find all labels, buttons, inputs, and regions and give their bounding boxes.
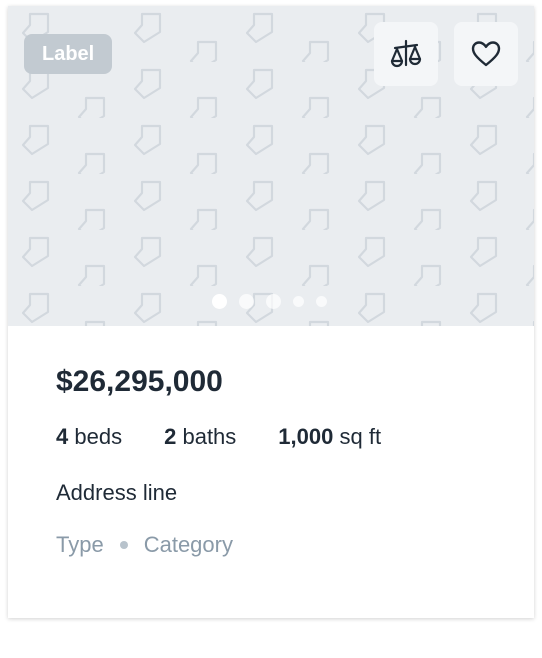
listing-label-badge: Label [24,34,113,74]
listing-address: Address line [56,480,178,505]
carousel-dot-active[interactable] [212,294,227,309]
listing-category: Category [143,532,233,557]
carousel-dot[interactable] [266,294,281,309]
baths-value: 2 [164,424,177,449]
baths-unit: baths [182,424,237,449]
area-spec: 1,000 sq ft [278,422,381,452]
baths-spec: 2 baths [164,422,236,452]
listing-photo-carousel[interactable]: Label [8,6,534,326]
listing-type: Type [56,532,104,557]
listing-meta: Type Category [56,530,423,560]
carousel-dot[interactable] [316,296,327,307]
heart-icon [471,41,501,67]
scale-icon [390,39,422,68]
beds-unit: beds [74,424,123,449]
separator-dot [119,541,128,549]
favorite-button[interactable] [454,22,518,86]
listing-card[interactable]: Label $26,295,000 4 beds 2 baths 1,000 s… [8,6,534,618]
listing-details: $26,295,000 4 beds 2 baths 1,000 sq ft A… [56,362,423,560]
beds-value: 4 [56,424,69,449]
listing-specs: 4 beds 2 baths 1,000 sq ft [56,422,423,452]
carousel-pagination [212,294,327,309]
beds-spec: 4 beds [56,422,122,452]
compare-button[interactable] [374,22,438,86]
carousel-dot[interactable] [239,294,254,309]
carousel-dot[interactable] [293,296,304,307]
area-unit: sq ft [339,424,382,449]
area-value: 1,000 [278,424,334,449]
listing-price: $26,295,000 [56,365,223,398]
